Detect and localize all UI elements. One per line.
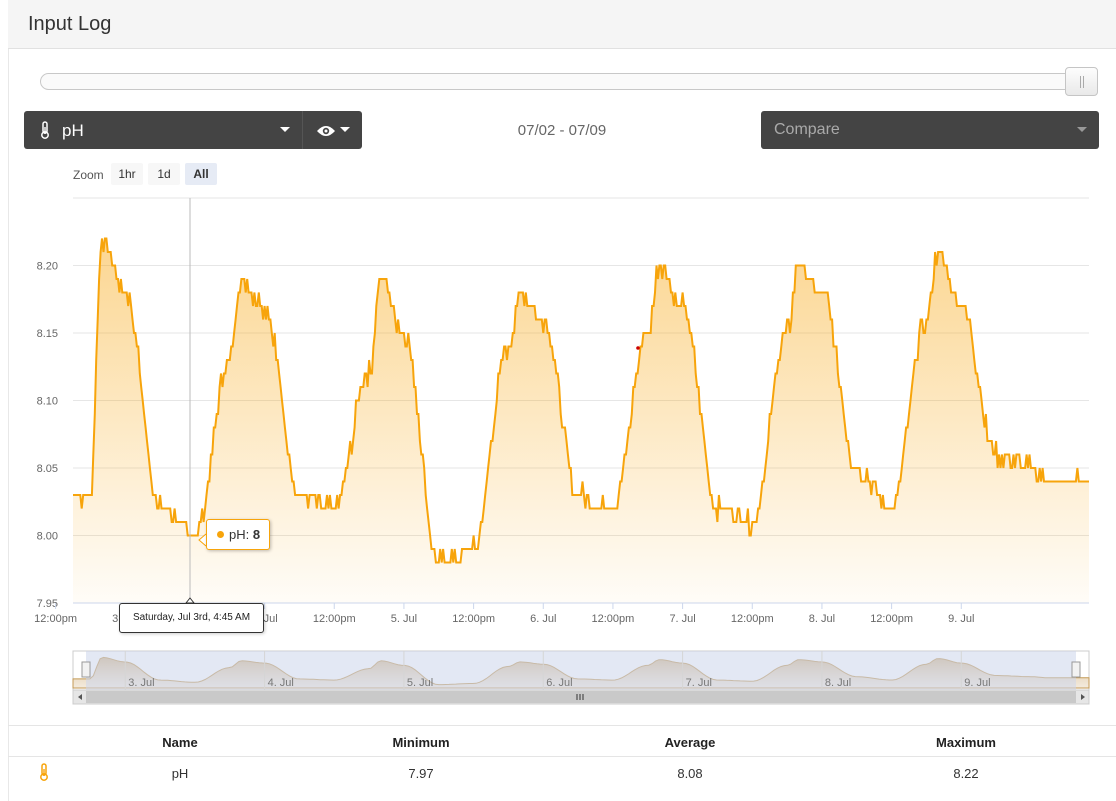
x-tick-label: 7. Jul — [669, 613, 695, 625]
time-range-slider-handle[interactable] — [1065, 67, 1098, 96]
input-select-label: pH — [62, 121, 84, 140]
row-maximum: 8.22 — [953, 766, 979, 781]
x-tick-label: 12:00pm — [731, 613, 774, 625]
x-tick-label: 12:00pm — [592, 613, 635, 625]
value-tooltip: pH: 8 — [206, 519, 270, 550]
compare-dropdown[interactable]: Compare — [761, 111, 1099, 149]
navigator-tick-label: 7. Jul — [686, 677, 712, 689]
dropdown-separator — [302, 111, 303, 149]
y-tick-label: 8.20 — [37, 261, 58, 273]
page-title: Input Log — [28, 13, 112, 35]
col-maximum-header: Maximum — [936, 735, 996, 750]
x-tick-label: 12:00pm — [452, 613, 495, 625]
thermometer-icon — [38, 763, 50, 786]
col-name-header: Name — [162, 735, 198, 750]
navigator-tick-label: 9. Jul — [964, 677, 990, 689]
chevron-down-icon — [280, 127, 290, 132]
navigator-right-handle[interactable] — [1071, 661, 1081, 678]
zoom-all-button[interactable]: All — [185, 163, 217, 185]
stats-header-row: Name Minimum Average Maximum — [8, 726, 1116, 757]
tooltip-series-label: pH: — [229, 527, 253, 542]
stray-point — [636, 346, 640, 350]
eye-icon[interactable] — [316, 123, 336, 143]
navigator-tick-label: 5. Jul — [407, 677, 433, 689]
y-tick-label: 8.10 — [37, 396, 58, 408]
navigator-scrollbar-thumb[interactable] — [86, 691, 1076, 703]
zoom-1hr-button[interactable]: 1hr — [111, 163, 143, 185]
time-range-slider[interactable] — [40, 73, 1095, 90]
row-name: pH — [171, 766, 189, 781]
time-tooltip: Saturday, Jul 3rd, 4:45 AM — [119, 603, 264, 633]
navigator-tick-label: 4. Jul — [268, 677, 294, 689]
zoom-1d-button[interactable]: 1d — [148, 163, 180, 185]
x-tick-label: 6. Jul — [530, 613, 556, 625]
input-select-dropdown[interactable]: pH — [24, 111, 362, 149]
y-tick-label: 7.95 — [37, 598, 58, 610]
tooltip-value: 8 — [252, 527, 261, 542]
navigator-tick-label: 6. Jul — [546, 677, 572, 689]
navigator-mask — [86, 651, 1076, 690]
x-tick-label: 5. Jul — [391, 613, 417, 625]
y-tick-label: 8.05 — [37, 463, 58, 475]
col-average-header: Average — [664, 735, 716, 750]
x-tick-label: 9. Jul — [948, 613, 974, 625]
col-minimum-header: Minimum — [392, 735, 450, 750]
x-tick-label: 12:00pm — [870, 613, 913, 625]
y-tick-label: 8.00 — [37, 531, 58, 543]
thermometer-icon — [39, 121, 51, 144]
navigator-tick-label: 3. Jul — [128, 677, 154, 689]
x-tick-label: 8. Jul — [809, 613, 835, 625]
zoom-label: Zoom — [73, 168, 104, 182]
navigator[interactable]: 3. Jul 4. Jul 5. Jul 6. Jul 7. Jul 8. Jul 9. J… — [72, 650, 1090, 705]
navigator-tick-label: 8. Jul — [825, 677, 851, 689]
x-tick-label: 12:00pm — [34, 613, 77, 625]
x-tick-label: 12:00pm — [313, 613, 356, 625]
date-range-label[interactable]: 07/02 - 07/09 — [462, 122, 662, 139]
stats-table: Name Minimum Average Maximum pH 7.97 8.0… — [8, 725, 1116, 781]
series-marker-icon — [217, 531, 224, 538]
row-minimum: 7.97 — [408, 766, 434, 781]
navigator-left-handle[interactable] — [81, 661, 91, 678]
y-tick-label: 8.15 — [37, 328, 58, 340]
page-header: Input Log — [8, 0, 1116, 49]
row-average: 8.08 — [677, 766, 703, 781]
compare-placeholder: Compare — [774, 121, 840, 138]
view-options-chevron-icon[interactable] — [340, 127, 350, 132]
chevron-down-icon — [1077, 127, 1087, 132]
